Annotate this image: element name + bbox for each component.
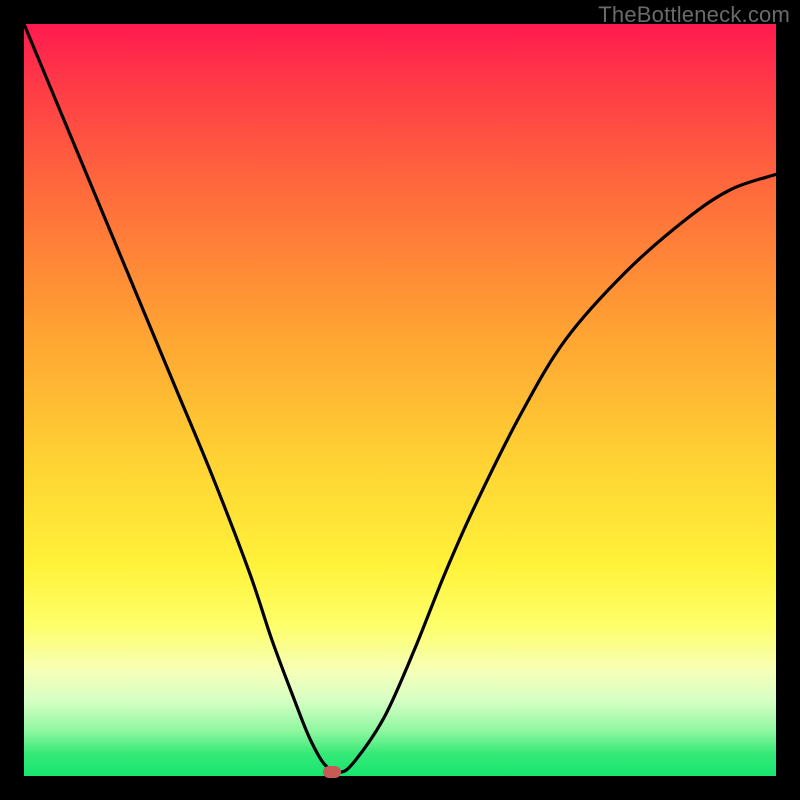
bottleneck-curve <box>24 24 776 776</box>
chart-frame: TheBottleneck.com <box>0 0 800 800</box>
optimal-point-marker <box>323 766 341 778</box>
plot-area <box>24 24 776 776</box>
